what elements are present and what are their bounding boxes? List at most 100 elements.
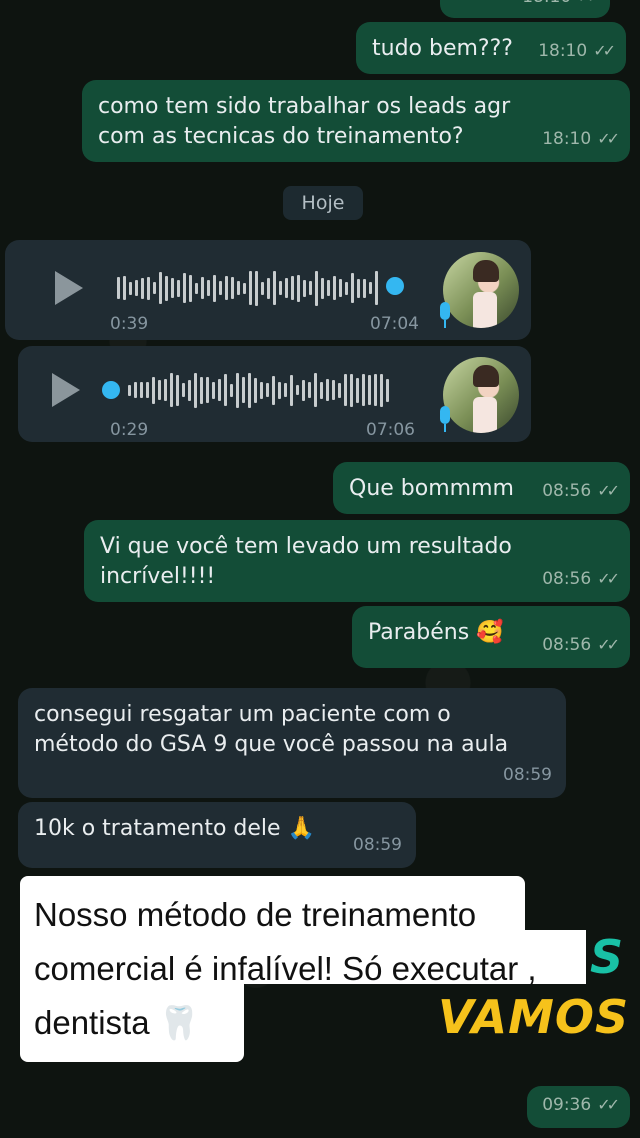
waveform-bar: [146, 382, 149, 398]
waveform-bar: [249, 271, 252, 305]
waveform-bar: [236, 372, 239, 408]
waveform-bar: [326, 379, 329, 401]
outgoing-message[interactable]: Que bommmm 08:56 ✓✓: [333, 462, 630, 514]
waveform-bar: [164, 379, 167, 401]
incoming-message[interactable]: consegui resgatar um paciente com o méto…: [18, 688, 566, 798]
audio-waveform[interactable]: [128, 370, 389, 410]
waveform-bar: [315, 270, 318, 306]
waveform-bar: [368, 375, 371, 405]
message-text: consegui resgatar um paciente com o méto…: [34, 702, 509, 757]
outgoing-message[interactable]: 09:36 ✓✓: [527, 1086, 630, 1128]
audio-time: 07:04: [370, 314, 419, 334]
waveform-bar: [237, 281, 240, 295]
waveform-bar: [152, 376, 155, 404]
waveform-bar: [273, 271, 276, 305]
audio-progress-knob[interactable]: [386, 277, 404, 295]
waveform-bar: [296, 385, 299, 395]
message-time: 18:10: [522, 0, 571, 12]
waveform-bar: [320, 381, 323, 399]
waveform-bar: [135, 280, 138, 296]
date-separator: Hoje: [283, 186, 363, 220]
incoming-message[interactable]: 10k o tratamento dele 🙏 08:59: [18, 802, 416, 868]
waveform-bar: [260, 381, 263, 399]
waveform-bar: [123, 276, 126, 300]
waveform-bar: [218, 379, 221, 401]
waveform-bar: [183, 273, 186, 303]
audio-duration: 0:39: [110, 314, 149, 334]
story-caption-text: Nosso método de treinamento comercial é …: [34, 888, 584, 1050]
waveform-bar: [369, 282, 372, 294]
waveform-bar: [291, 276, 294, 300]
waveform-bar: [140, 382, 143, 398]
waveform-bar: [165, 275, 168, 301]
read-ticks-icon: ✓✓: [597, 569, 620, 588]
waveform-bar: [176, 374, 179, 406]
waveform-bar: [158, 380, 161, 400]
message-time: 08:59: [503, 765, 552, 785]
message-text: 10k o tratamento dele: [34, 816, 281, 841]
waveform-bar: [272, 375, 275, 405]
waveform-bar: [128, 384, 131, 396]
waveform-bar: [213, 274, 216, 302]
waveform-bar: [266, 383, 269, 397]
waveform-bar: [314, 373, 317, 407]
waveform-bar: [212, 381, 215, 399]
audio-progress-knob[interactable]: [102, 381, 120, 399]
waveform-bar: [303, 279, 306, 297]
waveform-bar: [351, 273, 354, 303]
waveform-bar: [200, 376, 203, 404]
waveform-bar: [182, 383, 185, 397]
brand-sticker-top: S: [590, 930, 625, 984]
audio-waveform[interactable]: [117, 268, 378, 308]
message-text: tudo bem???: [372, 36, 513, 61]
waveform-bar: [327, 280, 330, 296]
play-icon[interactable]: [52, 373, 80, 407]
waveform-bar: [254, 377, 257, 403]
sender-avatar[interactable]: [443, 357, 519, 433]
waveform-bar: [231, 277, 234, 299]
waveform-bar: [261, 281, 264, 295]
waveform-bar: [189, 274, 192, 302]
waveform-bar: [362, 374, 365, 406]
waveform-bar: [255, 270, 258, 306]
waveform-bar: [243, 282, 246, 294]
play-icon[interactable]: [55, 271, 83, 305]
waveform-bar: [374, 374, 377, 406]
read-ticks-icon: ✓✓: [593, 41, 616, 60]
waveform-bar: [224, 374, 227, 406]
outgoing-message[interactable]: tudo bem??? 18:10 ✓✓: [356, 22, 626, 74]
read-ticks-icon: ✓✓: [597, 481, 620, 500]
waveform-bar: [267, 277, 270, 299]
waveform-bar: [230, 383, 233, 397]
read-ticks-icon: ✓✓: [597, 635, 620, 654]
message-text: Vi que você tem levado um resultado incr…: [100, 534, 512, 589]
partial-outgoing-bubble[interactable]: 18:10 ✓✓: [440, 0, 610, 18]
waveform-bar: [177, 279, 180, 297]
sender-avatar[interactable]: [443, 252, 519, 328]
waveform-bar: [195, 282, 198, 294]
audio-duration: 0:29: [110, 420, 149, 440]
message-time: 08:56: [542, 569, 592, 589]
caption-text: Nosso método de treinamento comercial é …: [34, 896, 537, 1041]
waveform-bar: [309, 281, 312, 295]
outgoing-message[interactable]: Parabéns 🥰 08:56 ✓✓: [352, 606, 630, 668]
waveform-bar: [134, 382, 137, 398]
waveform-bar: [141, 277, 144, 299]
message-text: Que bommmm: [349, 476, 514, 501]
message-time: 08:56: [542, 481, 592, 501]
message-time: 08:56: [542, 635, 592, 655]
waveform-bar: [159, 272, 162, 304]
smiling-face-with-hearts-icon: 🥰: [476, 620, 504, 645]
outgoing-message[interactable]: como tem sido trabalhar os leads agr com…: [82, 80, 630, 162]
waveform-bar: [279, 281, 282, 295]
tooth-icon: 🦷: [158, 1003, 200, 1042]
waveform-bar: [285, 278, 288, 298]
waveform-bar: [338, 382, 341, 398]
waveform-bar: [363, 278, 366, 298]
waveform-bar: [302, 379, 305, 401]
outgoing-message[interactable]: Vi que você tem levado um resultado incr…: [84, 520, 630, 602]
waveform-bar: [332, 380, 335, 400]
message-time: 08:59: [353, 835, 402, 855]
waveform-bar: [219, 281, 222, 295]
waveform-bar: [201, 277, 204, 299]
